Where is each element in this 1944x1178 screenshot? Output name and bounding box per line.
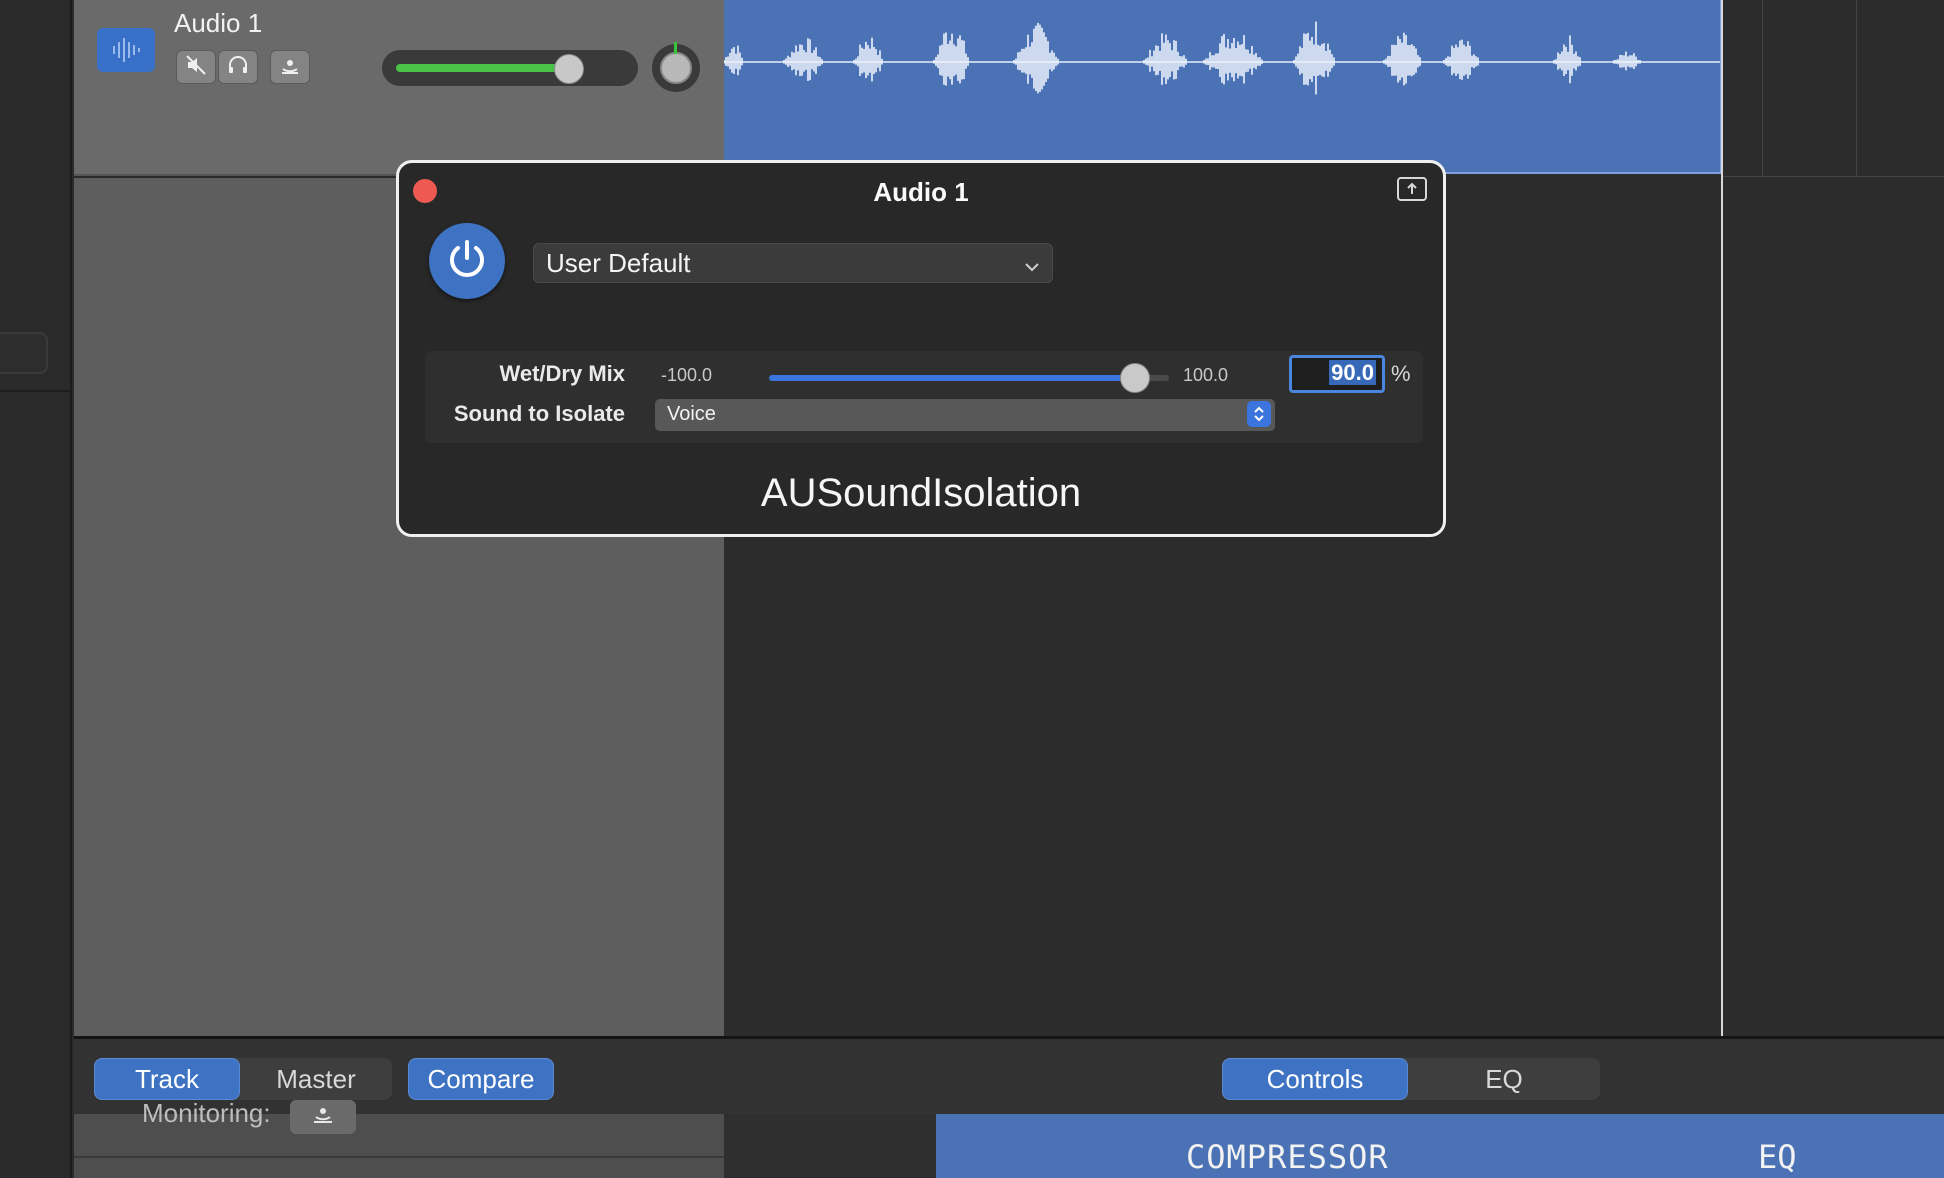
wet-dry-slider-thumb[interactable] xyxy=(1119,363,1150,393)
headphones-icon xyxy=(227,54,249,81)
sidebar-divider xyxy=(0,390,70,392)
power-icon xyxy=(444,236,490,287)
monitoring-icon xyxy=(310,1105,336,1130)
wet-dry-slider-fill xyxy=(769,375,1134,381)
track-volume-slider[interactable] xyxy=(382,50,638,86)
preset-dropdown[interactable]: User Default xyxy=(533,243,1053,283)
tab-master[interactable]: Master xyxy=(240,1058,392,1100)
grid-line xyxy=(1762,0,1763,176)
parameters-panel: Wet/Dry Mix -100.0 100.0 90.0 % Sound to… xyxy=(425,351,1423,443)
audio-waveform-icon[interactable] xyxy=(97,28,155,72)
plugin-window-title: Audio 1 xyxy=(873,177,969,207)
solo-button[interactable] xyxy=(218,50,258,84)
monitoring-toggle[interactable] xyxy=(290,1100,356,1134)
audio-waveform xyxy=(723,21,1720,95)
track-header[interactable] xyxy=(74,0,724,176)
volume-slider-thumb[interactable] xyxy=(554,54,585,84)
pan-knob[interactable] xyxy=(652,42,700,92)
tab-eq[interactable]: EQ xyxy=(1408,1058,1600,1100)
wet-dry-value: 90.0 xyxy=(1329,360,1376,385)
sound-to-isolate-select[interactable]: Voice xyxy=(655,399,1275,431)
tab-track[interactable]: Track xyxy=(94,1058,240,1100)
monitoring-label: Monitoring: xyxy=(142,1098,271,1128)
track-name[interactable]: Audio 1 xyxy=(174,8,262,39)
plugin-name-label: AUSoundIsolation xyxy=(760,471,1082,515)
pan-knob-indicator xyxy=(674,42,677,54)
track-master-segmented-control: Track Master xyxy=(94,1058,392,1100)
wet-dry-mix-slider[interactable] xyxy=(769,363,1169,393)
audio-region[interactable] xyxy=(723,0,1722,174)
volume-fill xyxy=(396,64,563,72)
sound-to-isolate-value: Voice xyxy=(667,403,716,425)
eq-section-label: EQ xyxy=(1758,1138,1797,1176)
compressor-section-label: COMPRESSOR xyxy=(1186,1138,1389,1176)
pan-knob-dial xyxy=(660,52,692,84)
plugin-power-button[interactable] xyxy=(429,223,505,299)
sidebar-button[interactable] xyxy=(0,332,48,374)
speaker-mute-icon xyxy=(185,54,207,81)
input-monitoring-button[interactable] xyxy=(270,50,310,84)
percent-unit-label: % xyxy=(1391,361,1411,386)
controls-eq-segmented-control: Controls EQ xyxy=(1222,1058,1600,1100)
plugin-window: Audio 1 User Default Wet/Dry Mix -100.0 … xyxy=(396,160,1446,537)
sound-to-isolate-label: Sound to Isolate xyxy=(453,401,625,426)
monitoring-icon xyxy=(279,54,301,81)
playhead[interactable] xyxy=(1721,0,1723,1036)
wet-dry-max-label: 100.0 xyxy=(1183,365,1229,385)
inspector-divider xyxy=(74,1156,724,1158)
wet-dry-min-label: -100.0 xyxy=(661,365,713,385)
left-sidebar-strip xyxy=(0,0,72,1178)
compare-button[interactable]: Compare xyxy=(408,1058,554,1100)
tab-controls[interactable]: Controls xyxy=(1222,1058,1408,1100)
up-down-chevron-icon xyxy=(1247,401,1271,427)
wet-dry-value-field[interactable]: 90.0 xyxy=(1289,355,1385,393)
track-lane-divider xyxy=(1722,176,1944,177)
detach-window-icon[interactable] xyxy=(1397,177,1427,201)
preset-value: User Default xyxy=(546,247,691,278)
chevron-down-icon xyxy=(1024,248,1040,279)
wet-dry-mix-label: Wet/Dry Mix xyxy=(499,361,625,386)
inspector-gap xyxy=(724,1114,936,1178)
grid-line xyxy=(1856,0,1857,176)
mute-button[interactable] xyxy=(176,50,216,84)
